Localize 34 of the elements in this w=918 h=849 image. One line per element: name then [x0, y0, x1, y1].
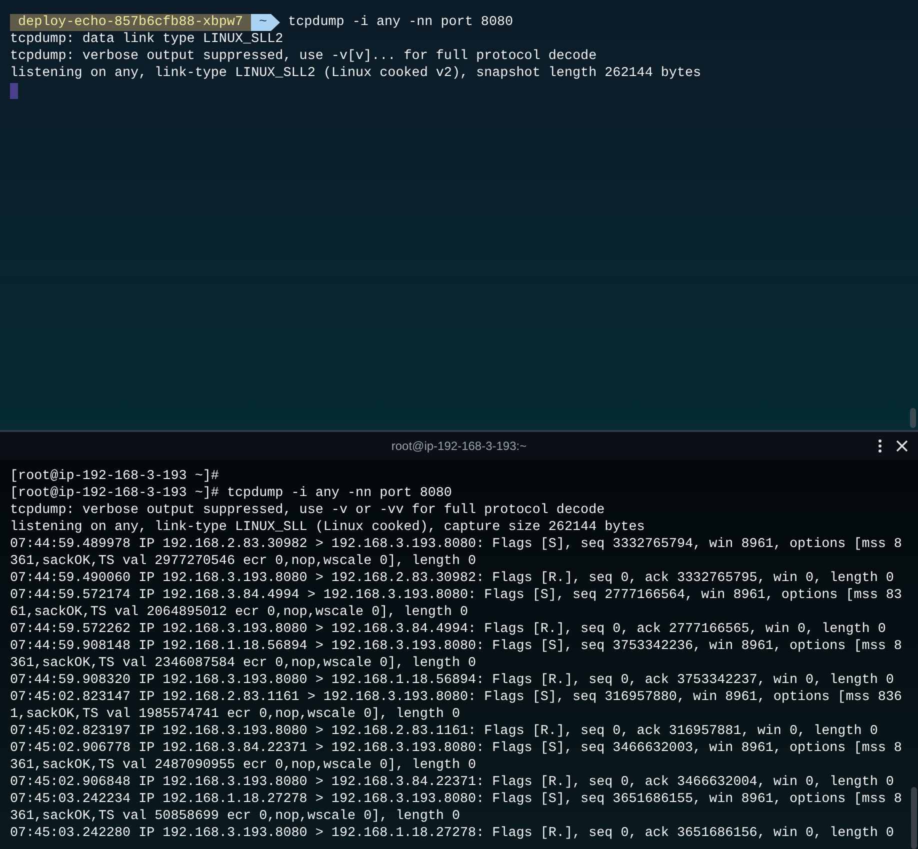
prompt-arrow-icon: [271, 14, 280, 31]
scrollbar-thumb: [910, 408, 916, 428]
output-line: 07:45:02.823147 IP 192.168.2.83.1161 > 192.168.3.193.8080: Flags [S], seq 316957880, win 8961, options [mss 836: [10, 689, 902, 706]
output-line: 07:44:59.908148 IP 192.168.1.18.56894 > 192.168.3.193.8080: Flags [S], seq 3753342236, win 8961, options [mss 8: [10, 638, 902, 655]
scrollbar-thumb: [911, 787, 917, 849]
output-line: 361,sackOK,TS val 2977270546 ecr 0,nop,wscale 0], length 0: [10, 553, 476, 570]
output-line: 07:44:59.572262 IP 192.168.3.193.8080 > 192.168.3.84.4994: Flags [R.], seq 0, ack 2777166565, win 0, length 0: [10, 621, 886, 638]
prompt-host: deploy-echo-857b6cfb88-xbpw7: [10, 14, 251, 31]
output-line: 07:45:02.906778 IP 192.168.3.84.22371 > 192.168.3.193.8080: Flags [S], seq 3466632003, win 8961, options [mss 8: [10, 740, 902, 757]
output-line: [root@ip-192-168-3-193 ~]# tcpdump -i any -nn port 8080: [10, 485, 452, 502]
output-line: 361,sackOK,TS val 2346087584 ecr 0,nop,wscale 0], length 0: [10, 655, 476, 672]
output-line: 07:44:59.489978 IP 192.168.2.83.30982 > 192.168.3.193.8080: Flags [S], seq 3332765794, win 8961, options [mss 8: [10, 536, 902, 553]
output-line: 07:44:59.490060 IP 192.168.3.193.8080 > 192.168.2.83.30982: Flags [R.], seq 0, ack 3332765795, win 0, length 0: [10, 570, 894, 587]
output-line: tcpdump: verbose output suppressed, use -v or -vv for full protocol decode: [10, 502, 605, 519]
output-line: 07:45:02.823197 IP 192.168.3.193.8080 > 192.168.2.83.1161: Flags [R.], seq 0, ack 316957881, win 0, length 0: [10, 723, 878, 740]
output-line: 07:45:03.242234 IP 192.168.1.18.27278 > 192.168.3.193.8080: Flags [S], seq 3651686155, win 8961, options [mss 8: [10, 791, 902, 808]
output-line: 361,sackOK,TS val 50858699 ecr 0,nop,wscale 0], length 0: [10, 808, 460, 825]
cursor: [10, 83, 18, 99]
more-icon[interactable]: [878, 439, 882, 453]
output-line: [root@ip-192-168-3-193 ~]#: [10, 468, 219, 485]
output-line: 07:44:59.908320 IP 192.168.3.193.8080 > 192.168.1.18.56894: Flags [R.], seq 0, ack 3753342237, win 0, length 0: [10, 672, 894, 689]
output-line: tcpdump: verbose output suppressed, use -v[v]... for full protocol decode: [10, 48, 597, 65]
close-icon[interactable]: [896, 440, 908, 452]
output-line: 1,sackOK,TS val 1985574741 ecr 0,nop,wscale 0], length 0: [10, 706, 460, 723]
window-title: root@ip-192-168-3-193:~: [391, 438, 527, 454]
output-line: listening on any, link-type LINUX_SLL (Linux cooked), capture size 262144 bytes: [10, 519, 645, 536]
output-line: 361,sackOK,TS val 2487090955 ecr 0,nop,wscale 0], length 0: [10, 757, 476, 774]
output-line: 07:45:03.242280 IP 192.168.3.193.8080 > 192.168.1.18.27278: Flags [R.], seq 0, ack 3651686156, win 0, length 0: [10, 825, 894, 842]
output-line: 07:44:59.572174 IP 192.168.3.84.4994 > 192.168.3.193.8080: Flags [S], seq 2777166564, win 8961, options [mss 83: [10, 587, 902, 604]
output-line: 07:45:02.906848 IP 192.168.3.193.8080 > 192.168.3.84.22371: Flags [R.], seq 0, ack 3466632004, win 0, length 0: [10, 774, 894, 791]
output-line: 61,sackOK,TS val 2064895012 ecr 0,nop,wscale 0], length 0: [10, 604, 468, 621]
output-line: tcpdump: data link type LINUX_SLL2: [10, 31, 284, 48]
command-text: tcpdump -i any -nn port 8080: [288, 14, 514, 31]
output-line: listening on any, link-type LINUX_SLL2 (Linux cooked v2), snapshot length 262144 bytes: [10, 65, 702, 82]
